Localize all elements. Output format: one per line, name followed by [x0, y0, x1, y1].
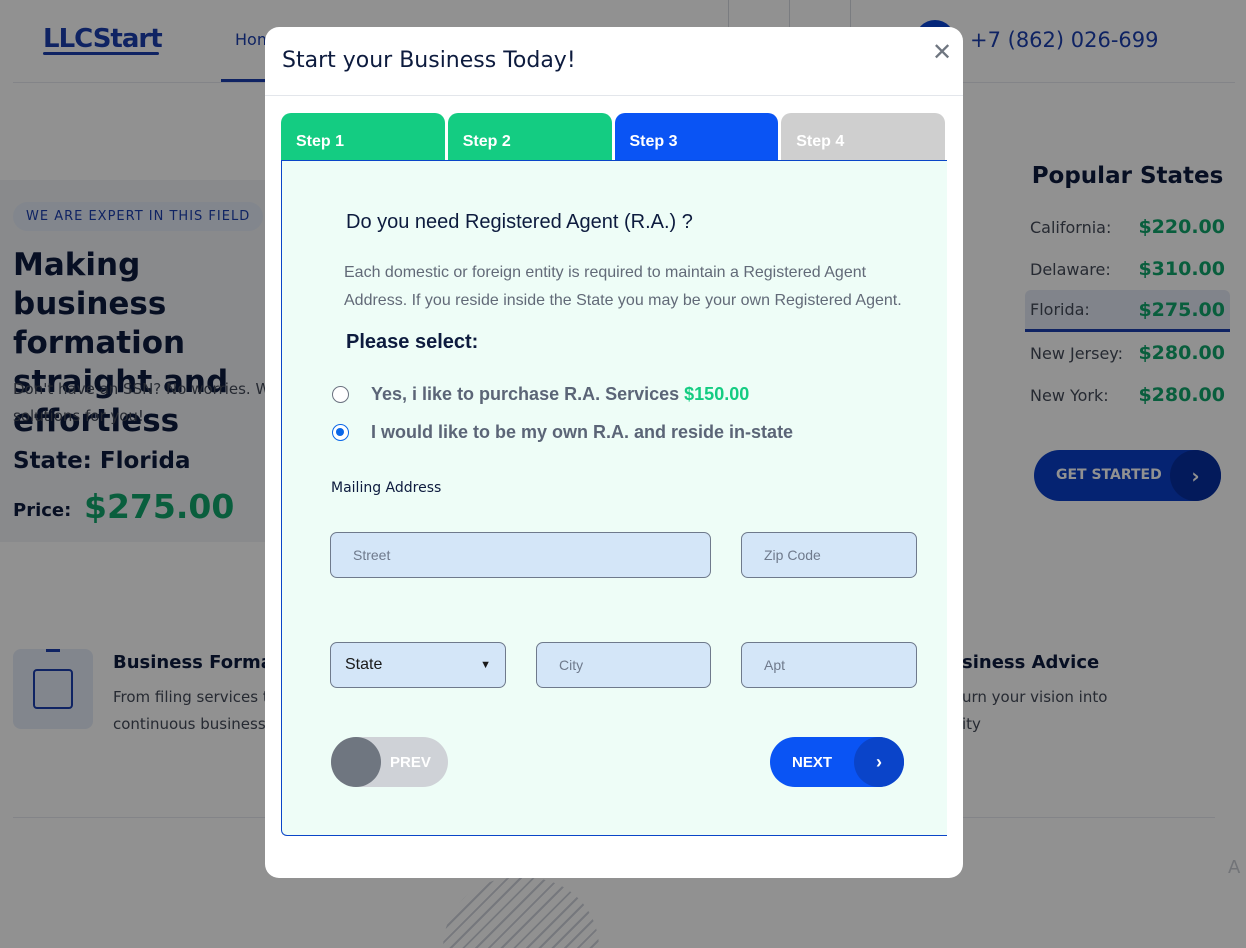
prev-button[interactable]: PREV [331, 737, 448, 787]
chevron-right-icon: › [854, 737, 904, 787]
option-purchase-ra-price: $150.00 [684, 384, 750, 404]
option-own-ra-label: I would like to be my own R.A. and resid… [371, 422, 794, 442]
radio-purchase-ra[interactable] [332, 386, 349, 403]
city-input[interactable]: City [536, 642, 711, 688]
radio-own-ra[interactable] [332, 424, 349, 441]
next-button[interactable]: NEXT › [770, 737, 904, 787]
prev-knob [331, 737, 381, 787]
step-3-panel: Do you need Registered Agent (R.A.) ? Ea… [281, 160, 947, 836]
please-select-label: Please select: [346, 331, 479, 353]
street-input[interactable]: Street [330, 532, 711, 578]
chevron-down-icon: ▼ [480, 659, 491, 671]
tab-step-4[interactable]: Step 4 [781, 113, 945, 160]
apt-input[interactable]: Apt [741, 642, 917, 688]
state-select[interactable]: State ▼ [330, 642, 506, 688]
tab-step-1[interactable]: Step 1 [281, 113, 445, 160]
zip-code-input[interactable]: Zip Code [741, 532, 917, 578]
question-title: Do you need Registered Agent (R.A.) ? [346, 211, 693, 233]
close-icon[interactable]: ✕ [929, 39, 955, 65]
business-modal: Start your Business Today! ✕ Step 1 Step… [265, 27, 963, 878]
state-select-value: State [345, 656, 383, 673]
question-description: Each domestic or foreign entity is requi… [344, 264, 902, 309]
modal-header: Start your Business Today! ✕ [265, 27, 963, 96]
tab-step-3[interactable]: Step 3 [614, 113, 779, 160]
modal-title: Start your Business Today! [282, 48, 576, 73]
tab-step-2[interactable]: Step 2 [447, 113, 612, 160]
option-purchase-ra[interactable]: Yes, i like to purchase R.A. Services $1… [332, 384, 749, 405]
mailing-address-label: Mailing Address [331, 480, 442, 496]
option-purchase-ra-label: Yes, i like to purchase R.A. Services [371, 384, 680, 404]
prev-label: PREV [390, 754, 431, 771]
option-own-ra[interactable]: I would like to be my own R.A. and resid… [332, 422, 793, 443]
next-label: NEXT [792, 754, 833, 771]
step-tabs: Step 1 Step 2 Step 3 Step 4 [281, 113, 945, 160]
